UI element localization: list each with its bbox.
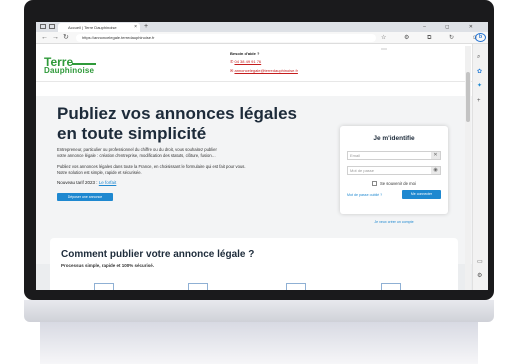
header-divider	[36, 81, 472, 82]
new-tab-button[interactable]: +	[144, 22, 148, 32]
hero-desc-4: Notre solution est simple, rapide et séc…	[57, 170, 142, 175]
clear-icon[interactable]: ✕	[431, 152, 440, 159]
monitor-stand	[40, 322, 478, 364]
window-icon[interactable]	[40, 24, 46, 29]
monitor-chin	[24, 300, 494, 322]
forward-icon: →	[52, 34, 59, 41]
hero-desc-1: Entrepreneur, particulier ou professionn…	[57, 147, 217, 152]
url-input[interactable]: https://annoncelegale.terredauphinoise.f…	[76, 34, 376, 42]
forgot-password-link[interactable]: Mot de passe oublié ?	[347, 193, 382, 197]
phone-link[interactable]: ✆ 04 38 49 91 76	[230, 59, 261, 64]
hero-desc-3: Publiez vos annonces légales dans toute …	[57, 164, 246, 169]
login-button[interactable]: Me connecter	[402, 190, 441, 199]
address-bar: ← → ↻ https://annoncelegale.terredauphin…	[36, 32, 488, 53]
email-field[interactable]: Email ✕	[347, 151, 441, 160]
scrollbar-thumb[interactable]	[466, 72, 470, 122]
shopping-icon[interactable]: ✿	[477, 68, 482, 75]
phone-number[interactable]: 04 38 49 91 76	[234, 59, 261, 64]
step-icon	[188, 283, 208, 290]
section-subtitle: Processus simple, rapide et 100% sécuris…	[61, 263, 155, 268]
section-title: Comment publier votre annonce légale ?	[61, 249, 255, 260]
create-account-link[interactable]: Je veux créer un compte	[340, 220, 448, 224]
add-icon[interactable]: +	[477, 98, 481, 104]
settings-icon[interactable]: ⚙	[477, 272, 482, 279]
logo-underline	[72, 63, 96, 65]
remember-label: Se souvenir de moi	[380, 181, 416, 186]
hero-title-1: Publiez vos annonces légales	[57, 104, 297, 123]
close-icon[interactable]: ×	[134, 23, 137, 32]
password-placeholder: Mot de passe	[350, 168, 375, 173]
help-title: Besoin d'aide ?	[230, 51, 260, 56]
tab-accueil[interactable]: Accueil | Terre Dauphinoise ×	[58, 23, 140, 32]
tariff-line: Nouveau tarif 2023 : Le forfait	[57, 180, 116, 185]
email-placeholder: Email	[350, 153, 361, 158]
tab-bar: Accueil | Terre Dauphinoise × + – ◻ ✕	[36, 22, 488, 32]
search-icon[interactable]: ⌕	[477, 54, 480, 61]
password-field[interactable]: Mot de passe ◉	[347, 166, 441, 175]
remember-checkbox[interactable]	[372, 181, 377, 186]
scrollbar[interactable]	[465, 46, 471, 290]
tab-title: Accueil | Terre Dauphinoise	[68, 25, 117, 30]
reload-icon[interactable]: ↻	[63, 32, 69, 44]
window-icon[interactable]: ▭	[477, 258, 483, 265]
tabs-icon[interactable]	[49, 24, 55, 29]
back-icon[interactable]: ←	[41, 32, 48, 44]
browser-sidebar: b ⌕ ✿ ✦ + ▭ ⚙	[472, 33, 488, 290]
window-controls[interactable]: – ◻ ✕	[423, 22, 482, 32]
post-ad-button[interactable]: Déposer une annonce	[57, 193, 113, 201]
step-icon	[381, 283, 401, 290]
login-card: Je m'identifie Email ✕ Mot de passe ◉ Se…	[340, 126, 448, 214]
tools-icon[interactable]: ✦	[477, 82, 482, 89]
tariff-link[interactable]: Le forfait	[99, 180, 117, 185]
step-icon	[94, 283, 114, 290]
logo-dauphinoise[interactable]: Dauphinoise	[44, 67, 94, 75]
email-link[interactable]: ✉ annoncelegale@terredauphinoise.fr	[230, 68, 298, 73]
tariff-label: Nouveau tarif 2023 :	[57, 180, 98, 185]
login-title: Je m'identifie	[373, 135, 415, 142]
email-address[interactable]: annoncelegale@terredauphinoise.fr	[234, 68, 297, 73]
screen: Accueil | Terre Dauphinoise × + – ◻ ✕ ← …	[36, 22, 488, 290]
hero-desc-2: votre annonce légale : création d'entrep…	[57, 153, 216, 158]
copilot-icon[interactable]: b	[475, 33, 486, 42]
hero-title-2: en toute simplicité	[57, 124, 207, 143]
eye-icon[interactable]: ◉	[431, 167, 440, 174]
step-icon	[286, 283, 306, 290]
